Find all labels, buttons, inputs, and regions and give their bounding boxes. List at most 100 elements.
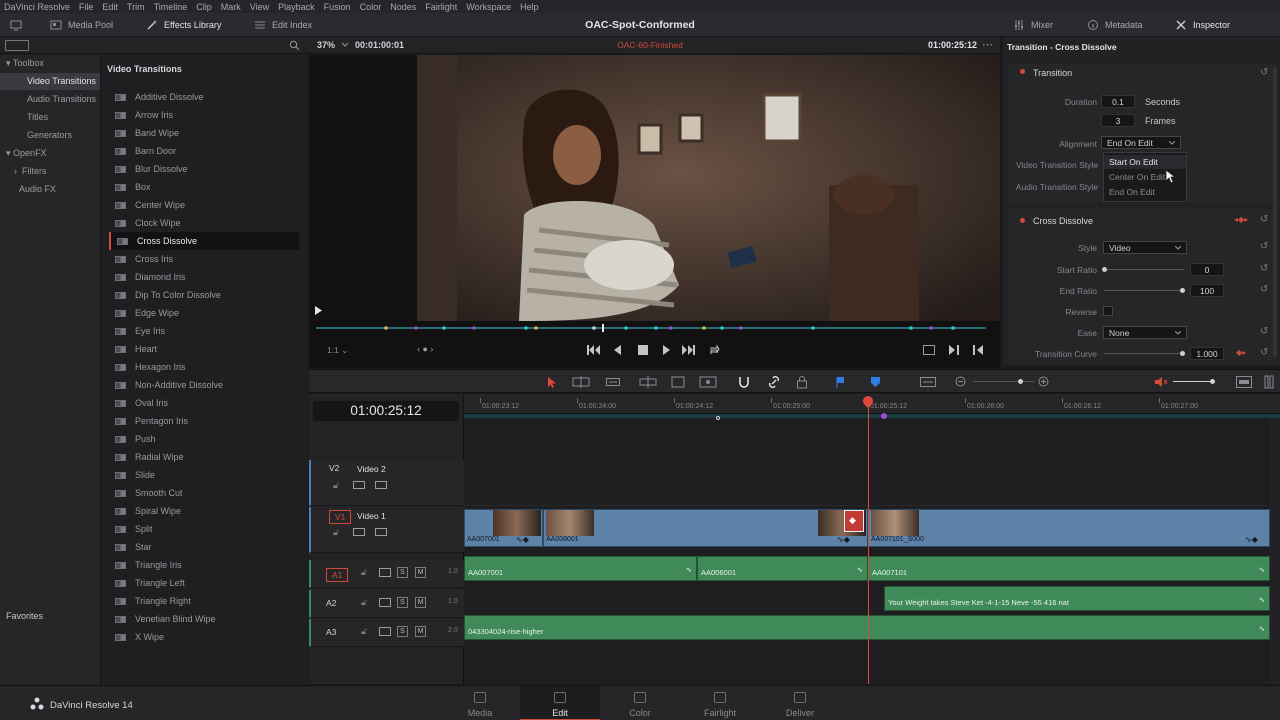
ruler-marker[interactable]	[716, 416, 720, 420]
menu-item[interactable]: Fairlight	[425, 2, 457, 12]
page-tab-deliver[interactable]: Deliver	[760, 686, 840, 720]
transition-item[interactable]: Blur Dissolve	[109, 160, 299, 178]
scrubber-marker[interactable]	[929, 326, 933, 330]
toolbox-item-audio-fx[interactable]: Audio FX	[0, 181, 100, 198]
mute-button[interactable]: M	[415, 567, 426, 578]
video-viewer[interactable]	[309, 55, 1000, 368]
dynamic-trim-icon[interactable]	[606, 376, 620, 388]
end-ratio-field[interactable]: 100	[1190, 284, 1224, 297]
go-to-end-icon[interactable]	[682, 344, 695, 356]
menu-item[interactable]: Fusion	[324, 2, 351, 12]
menu-item[interactable]: Timeline	[154, 2, 188, 12]
scrubber-marker[interactable]	[384, 326, 388, 330]
transition-item[interactable]: Split	[109, 520, 299, 538]
transition-item[interactable]: Heart	[109, 340, 299, 358]
scrubber-marker[interactable]	[624, 326, 628, 330]
go-to-start-icon[interactable]	[587, 344, 600, 356]
lock-icon[interactable]: 🔓︎	[361, 626, 367, 637]
toolbox-item-audio-transitions[interactable]: Audio Transitions	[0, 91, 100, 108]
transition-item[interactable]: Oval Iris	[109, 394, 299, 412]
track-name[interactable]: Video 2	[357, 464, 386, 474]
play-icon[interactable]	[663, 344, 671, 356]
page-tab-edit[interactable]: Edit	[520, 686, 600, 720]
duration-frames-field[interactable]: 3	[1101, 114, 1135, 127]
scrubber-marker[interactable]	[524, 326, 528, 330]
page-tab-media[interactable]: Media	[440, 686, 520, 720]
duration-seconds-field[interactable]: 0.1	[1101, 95, 1135, 108]
loop-icon[interactable]	[708, 344, 720, 356]
transition-item[interactable]: Barn Door	[109, 142, 299, 160]
video-clip[interactable]: AA007101_S000 ∿◆	[868, 509, 1270, 547]
panel-toggle-button[interactable]	[10, 13, 22, 37]
lock-icon[interactable]: 🔓︎	[361, 597, 367, 608]
viewer-options-icon[interactable]: ⋯	[982, 38, 993, 51]
start-ratio-slider[interactable]	[1104, 269, 1184, 270]
insert-clip-icon[interactable]	[671, 376, 685, 388]
transition-item[interactable]: Star	[109, 538, 299, 556]
section-enable-dot[interactable]	[1020, 218, 1025, 223]
jog-control[interactable]: ‹ ● ›	[417, 344, 433, 354]
snapping-icon[interactable]	[737, 375, 751, 389]
toolbox-item-filters[interactable]: › Filters	[0, 163, 100, 180]
transition-item[interactable]: Clock Wipe	[109, 214, 299, 232]
audio-clip[interactable]: AA007001 ∿	[464, 556, 697, 581]
auto-select-icon[interactable]	[379, 568, 391, 577]
transition-curve-slider[interactable]	[1104, 353, 1184, 354]
timeline-timecode[interactable]: 01:00:25:12	[313, 401, 459, 421]
reset-icon[interactable]: ↺	[1260, 214, 1268, 225]
dim-icon[interactable]	[1236, 376, 1252, 388]
toolbox-item-video-transitions[interactable]: Video Transitions	[0, 73, 100, 90]
page-tab-color[interactable]: Color	[600, 686, 680, 720]
keyframe-icon[interactable]: ◆▸	[1236, 348, 1246, 357]
scrubber-marker[interactable]	[472, 326, 476, 330]
transition-item[interactable]: Cross Iris	[109, 250, 299, 268]
transition-item[interactable]: Push	[109, 430, 299, 448]
overwrite-clip-icon[interactable]	[699, 376, 717, 388]
track-header-a1[interactable]: A1 🔓︎ S M 1.0	[309, 560, 464, 588]
mute-button[interactable]: M	[415, 626, 426, 637]
transition-item[interactable]: Slide	[109, 466, 299, 484]
transition-item[interactable]: Box	[109, 178, 299, 196]
track-id[interactable]: A2	[326, 598, 336, 608]
toolbox-item-openfx[interactable]: ▾ OpenFX	[0, 145, 100, 162]
transition-item[interactable]: Arrow Iris	[109, 106, 299, 124]
transition-item[interactable]: Radial Wipe	[109, 448, 299, 466]
start-ratio-field[interactable]: 0	[1190, 263, 1224, 276]
transition-curve-field[interactable]: 1.000	[1190, 347, 1224, 360]
scrubber-marker[interactable]	[909, 326, 913, 330]
scrubber-marker[interactable]	[669, 326, 673, 330]
media-pool-button[interactable]: Media Pool	[50, 13, 113, 37]
page-tab-fairlight[interactable]: Fairlight	[680, 686, 760, 720]
end-ratio-handle[interactable]	[1180, 288, 1185, 293]
mark-out-icon[interactable]	[973, 344, 983, 356]
viewer-scrubber[interactable]	[316, 324, 986, 332]
scrubber-marker[interactable]	[720, 326, 724, 330]
track-header-v2[interactable]: V2 Video 2 🔓︎	[309, 460, 464, 506]
lock-icon[interactable]: 🔓︎	[333, 527, 339, 538]
menu-item[interactable]: View	[250, 2, 269, 12]
panel-layout-button[interactable]	[5, 40, 29, 51]
track-visibility-icon[interactable]	[375, 528, 387, 536]
scrubber-marker[interactable]	[592, 326, 596, 330]
track-id[interactable]: A3	[326, 627, 336, 637]
transition-item[interactable]: Triangle Right	[109, 592, 299, 610]
reset-icon[interactable]: ↺	[1260, 284, 1268, 295]
transition-item[interactable]: Diamond Iris	[109, 268, 299, 286]
transition-item[interactable]: Hexagon Iris	[109, 358, 299, 376]
selection-tool-icon[interactable]	[547, 376, 557, 388]
menu-item[interactable]: Trim	[127, 2, 145, 12]
zoom-slider-handle[interactable]	[1018, 379, 1023, 384]
timeline-marker[interactable]	[881, 413, 887, 419]
track-header-a2[interactable]: A2 🔓︎ S M 1.0	[309, 590, 464, 618]
menu-item[interactable]: DaVinci Resolve	[4, 2, 70, 12]
audio-clip[interactable]: AA007101 ∿	[868, 556, 1270, 581]
toolbox-item-titles[interactable]: Titles	[0, 109, 100, 126]
volume-slider-handle[interactable]	[1210, 379, 1215, 384]
mute-button[interactable]: M	[415, 597, 426, 608]
scrubber-marker[interactable]	[414, 326, 418, 330]
option-start-on-edit[interactable]: Start On Edit	[1104, 155, 1186, 169]
transition-item[interactable]: Pentagon Iris	[109, 412, 299, 430]
mark-in-icon[interactable]	[949, 344, 959, 356]
favorites-header[interactable]: Favorites	[6, 611, 43, 621]
track-id[interactable]: A1	[326, 568, 349, 582]
